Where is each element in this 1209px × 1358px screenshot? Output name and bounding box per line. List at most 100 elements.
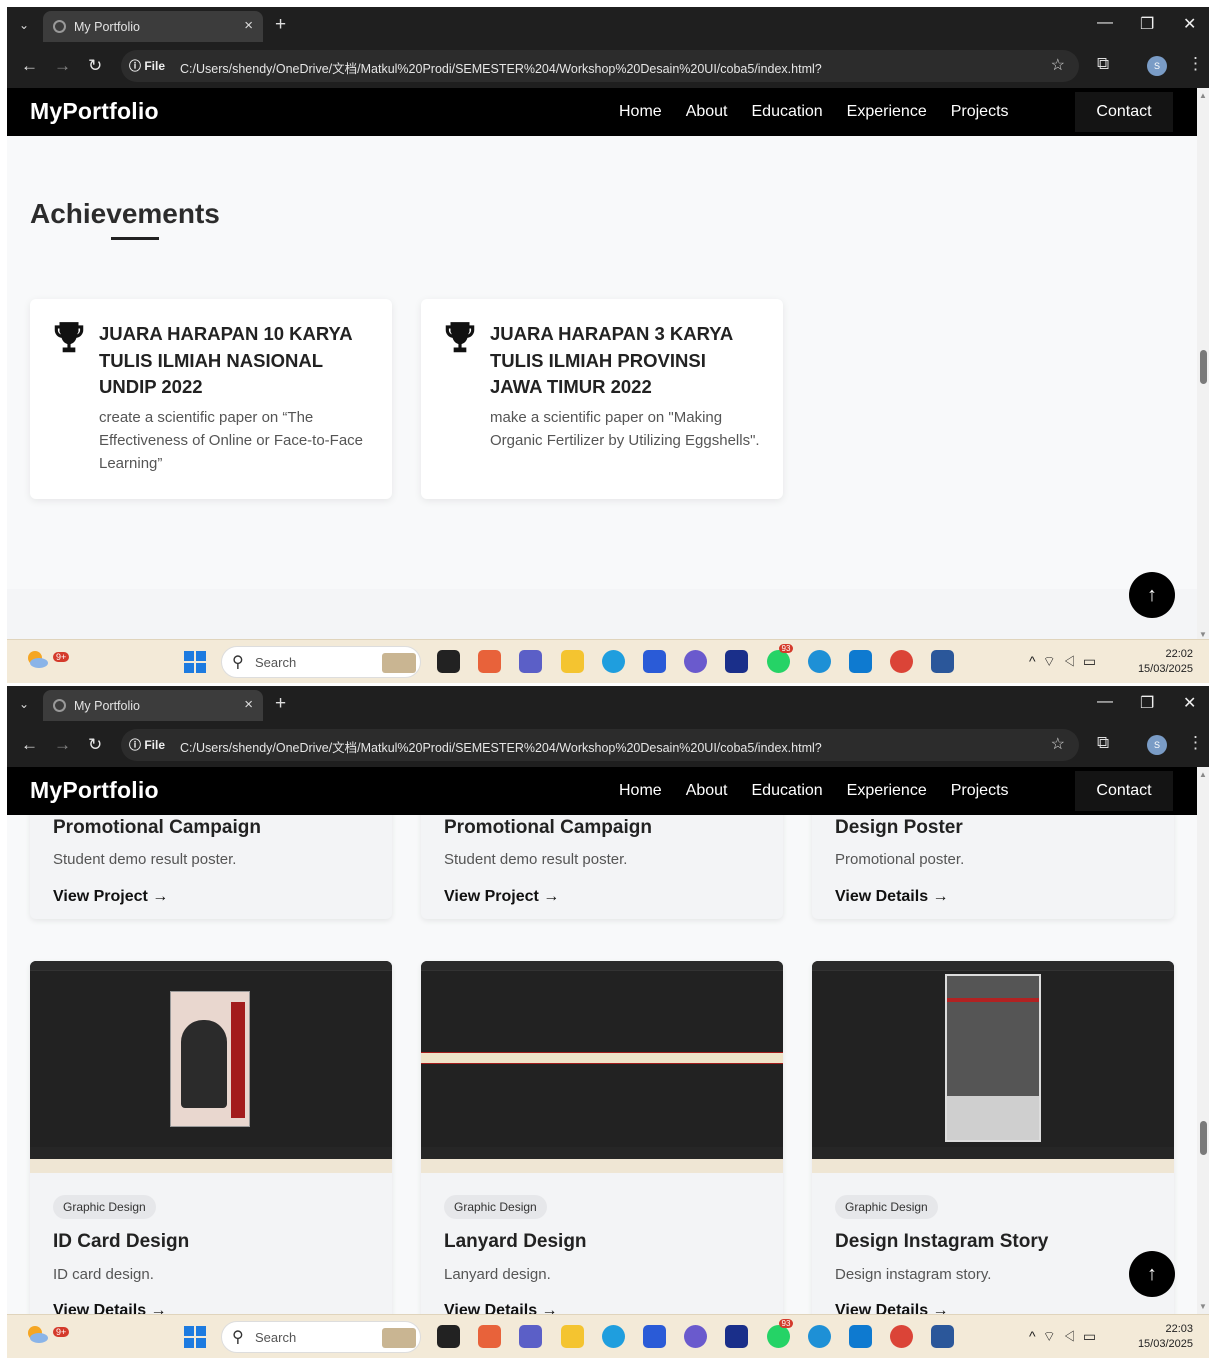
edge-icon[interactable] [601,650,625,673]
close-icon[interactable]: × [244,17,253,34]
minimize-icon[interactable]: — [1097,14,1113,32]
extensions-icon[interactable]: ⧉ [1097,54,1109,74]
browser-tab[interactable]: My Portfolio × [43,11,263,42]
nav-about[interactable]: About [686,782,728,800]
minimize-icon[interactable]: — [1097,693,1113,711]
close-icon[interactable]: × [244,696,253,713]
nav-education[interactable]: Education [752,782,823,800]
task-view-icon[interactable] [437,1325,460,1348]
site-logo[interactable]: MyPortfolio [30,98,159,125]
vscode-icon[interactable] [848,650,872,673]
view-details-link[interactable]: View Details → [835,888,949,906]
browser-tab[interactable]: My Portfolio × [43,690,263,721]
forward-icon[interactable]: → [54,735,71,755]
store-icon[interactable] [642,1325,666,1348]
back-icon[interactable]: ← [21,735,38,755]
nav-projects[interactable]: Projects [951,103,1009,121]
profile-avatar[interactable]: S [1147,56,1167,76]
url-text[interactable]: C:/Users/shendy/OneDrive/文档/Matkul%20Pro… [180,58,822,77]
nav-home[interactable]: Home [619,103,662,121]
page-scrollbar[interactable]: ▲ ▼ [1197,88,1209,642]
project-thumbnail-image[interactable] [421,961,783,1173]
new-tab-icon[interactable]: + [275,693,286,715]
l-app-icon[interactable] [725,650,749,673]
forward-icon[interactable]: → [54,56,71,76]
taskbar-clock[interactable]: 22:02 15/03/2025 [1129,647,1193,677]
tab-search-chevron-icon[interactable]: ⌄ [19,697,29,711]
cloud-app-icon[interactable] [807,1325,831,1348]
page-scrollbar[interactable]: ▲ ▼ [1197,767,1209,1314]
back-to-top-button[interactable]: ↑ [1129,572,1175,618]
nav-experience[interactable]: Experience [847,103,927,121]
more-menu-icon[interactable]: ⋮ [1187,733,1204,753]
view-project-link[interactable]: View Project → [53,888,168,906]
view-project-link[interactable]: View Project → [444,888,559,906]
scrollbar-thumb[interactable] [1200,1121,1207,1155]
windows-start-icon[interactable] [184,1326,206,1348]
copilot-icon[interactable] [478,650,502,673]
nav-contact[interactable]: Contact [1075,771,1173,811]
system-tray-icons[interactable]: ^⌔◁▭ [1029,653,1103,671]
vscode-icon[interactable] [848,1325,872,1348]
nav-contact[interactable]: Contact [1075,92,1173,132]
profile-avatar[interactable]: S [1147,735,1167,755]
weather-widget[interactable]: 9+ [25,1323,70,1345]
nav-about[interactable]: About [686,103,728,121]
teams-icon[interactable] [519,650,543,673]
back-icon[interactable]: ← [21,56,38,76]
chrome-icon[interactable] [890,1325,914,1348]
bookmark-star-icon[interactable]: ☆ [1051,55,1065,75]
back-to-top-button[interactable]: ↑ [1129,1251,1175,1297]
address-bar[interactable]: ⓘ File C:/Users/shendy/OneDrive/文档/Matku… [121,729,1079,761]
view-details-link[interactable]: View Details → [53,1302,167,1314]
copilot-icon[interactable] [478,1325,502,1348]
new-tab-icon[interactable]: + [275,14,286,36]
address-bar[interactable]: ⓘ File C:/Users/shendy/OneDrive/文档/Matku… [121,50,1079,82]
view-details-link[interactable]: View Details → [835,1302,949,1314]
nav-home[interactable]: Home [619,782,662,800]
edge-icon[interactable] [601,1325,625,1348]
project-thumbnail-image[interactable] [30,961,392,1173]
scroll-down-icon[interactable]: ▼ [1199,1302,1207,1311]
taskbar-search[interactable]: ⚲ Search [221,1321,421,1353]
cloud-app-icon[interactable] [807,650,831,673]
site-logo[interactable]: MyPortfolio [30,777,159,804]
reload-icon[interactable]: ↻ [88,56,102,76]
app-icon[interactable] [684,650,708,673]
tab-search-chevron-icon[interactable]: ⌄ [19,18,29,32]
teams-icon[interactable] [519,1325,543,1348]
system-tray-icons[interactable]: ^⌔◁▭ [1029,1328,1103,1346]
file-explorer-icon[interactable] [560,1325,584,1348]
restore-icon[interactable]: ❐ [1140,14,1154,34]
site-info-chip[interactable]: ⓘ File [129,736,165,753]
store-icon[interactable] [642,650,666,673]
chrome-icon[interactable] [890,650,914,673]
taskbar-clock[interactable]: 22:03 15/03/2025 [1129,1322,1193,1352]
restore-icon[interactable]: ❐ [1140,693,1154,713]
view-details-link[interactable]: View Details → [444,1302,558,1314]
bookmark-star-icon[interactable]: ☆ [1051,734,1065,754]
scroll-up-icon[interactable]: ▲ [1199,770,1207,779]
reload-icon[interactable]: ↻ [88,735,102,755]
whatsapp-icon[interactable]: 93 [766,1319,794,1348]
nav-education[interactable]: Education [752,103,823,121]
file-explorer-icon[interactable] [560,650,584,673]
scrollbar-thumb[interactable] [1200,350,1207,384]
more-menu-icon[interactable]: ⋮ [1187,54,1204,74]
task-view-icon[interactable] [437,650,460,673]
scroll-up-icon[interactable]: ▲ [1199,91,1207,100]
nav-experience[interactable]: Experience [847,782,927,800]
word-icon[interactable] [931,1325,955,1348]
windows-start-icon[interactable] [184,651,206,673]
site-info-chip[interactable]: ⓘ File [129,57,165,74]
extensions-icon[interactable]: ⧉ [1097,733,1109,753]
nav-projects[interactable]: Projects [951,782,1009,800]
taskbar-search[interactable]: ⚲ Search [221,646,421,678]
word-icon[interactable] [931,650,955,673]
url-text[interactable]: C:/Users/shendy/OneDrive/文档/Matkul%20Pro… [180,737,822,756]
whatsapp-icon[interactable]: 93 [766,644,794,673]
window-close-icon[interactable]: ✕ [1183,693,1196,713]
l-app-icon[interactable] [725,1325,749,1348]
scroll-down-icon[interactable]: ▼ [1199,630,1207,639]
window-close-icon[interactable]: ✕ [1183,14,1196,34]
